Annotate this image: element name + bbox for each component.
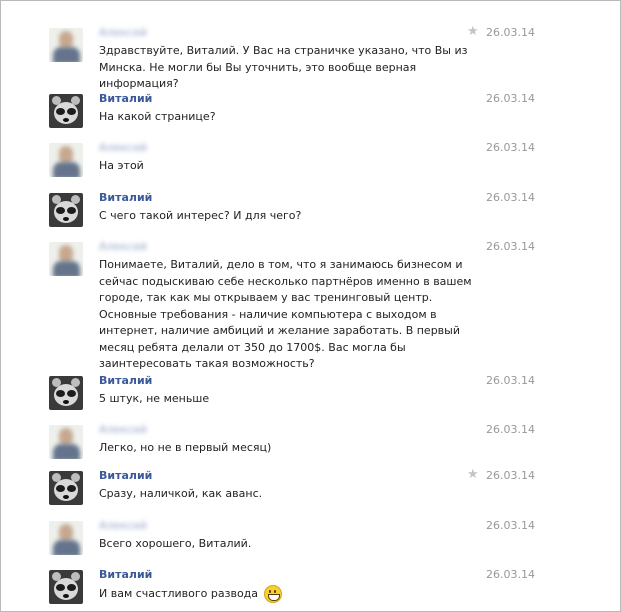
avatar[interactable] <box>49 570 83 604</box>
message-date: 26.03.14 <box>486 469 535 482</box>
message-date: 26.03.14 <box>486 92 535 105</box>
message-text: Легко, но не в первый месяц) <box>99 441 272 454</box>
message-date: 26.03.14 <box>486 519 535 532</box>
message-text-content: И вам счастливого развода <box>99 587 259 600</box>
avatar[interactable] <box>49 94 83 128</box>
message-history: Алексей ★ 26.03.14 Здравствуйте, Виталий… <box>0 0 621 612</box>
sender-name[interactable]: Алексей <box>99 422 147 437</box>
sender-name[interactable]: Алексей <box>99 239 147 254</box>
message-date: 26.03.14 <box>486 240 535 253</box>
message-text: Всего хорошего, Виталий. <box>99 537 252 550</box>
message-date: 26.03.14 <box>486 26 535 39</box>
sender-name[interactable]: Виталий <box>99 468 152 483</box>
message-text: На этой <box>99 159 144 172</box>
message-text: Здравствуйте, Виталий. У Вас на страничк… <box>99 44 468 90</box>
avatar[interactable] <box>49 425 83 459</box>
sender-name[interactable]: Виталий <box>99 190 152 205</box>
avatar[interactable] <box>49 471 83 505</box>
message-text: С чего такой интерес? И для чего? <box>99 209 302 222</box>
message-date: 26.03.14 <box>486 423 535 436</box>
star-icon[interactable]: ★ <box>467 24 479 39</box>
message-text: На какой странице? <box>99 110 216 123</box>
sender-name[interactable]: Виталий <box>99 373 152 388</box>
message-date: 26.03.14 <box>486 374 535 387</box>
message-date: 26.03.14 <box>486 568 535 581</box>
message-date: 26.03.14 <box>486 191 535 204</box>
sender-name[interactable]: Алексей <box>99 518 147 533</box>
sender-name[interactable]: Алексей <box>99 25 147 40</box>
message-text: 5 штук, не меньше <box>99 392 210 405</box>
avatar[interactable] <box>49 521 83 555</box>
star-icon[interactable]: ★ <box>467 467 479 482</box>
message-text: Понимаете, Виталий, дело в том, что я за… <box>99 258 472 370</box>
sender-name[interactable]: Виталий <box>99 91 152 106</box>
message-text: И вам счастливого развода <box>99 585 479 603</box>
message-text: Сразу, наличкой, как аванс. <box>99 487 263 500</box>
message-date: 26.03.14 <box>486 141 535 154</box>
avatar[interactable] <box>49 143 83 177</box>
avatar[interactable] <box>49 28 83 62</box>
avatar[interactable] <box>49 242 83 276</box>
avatar[interactable] <box>49 376 83 410</box>
grin-emoji-icon <box>263 585 282 603</box>
sender-name[interactable]: Алексей <box>99 140 147 155</box>
avatar[interactable] <box>49 193 83 227</box>
sender-name[interactable]: Виталий <box>99 567 152 582</box>
